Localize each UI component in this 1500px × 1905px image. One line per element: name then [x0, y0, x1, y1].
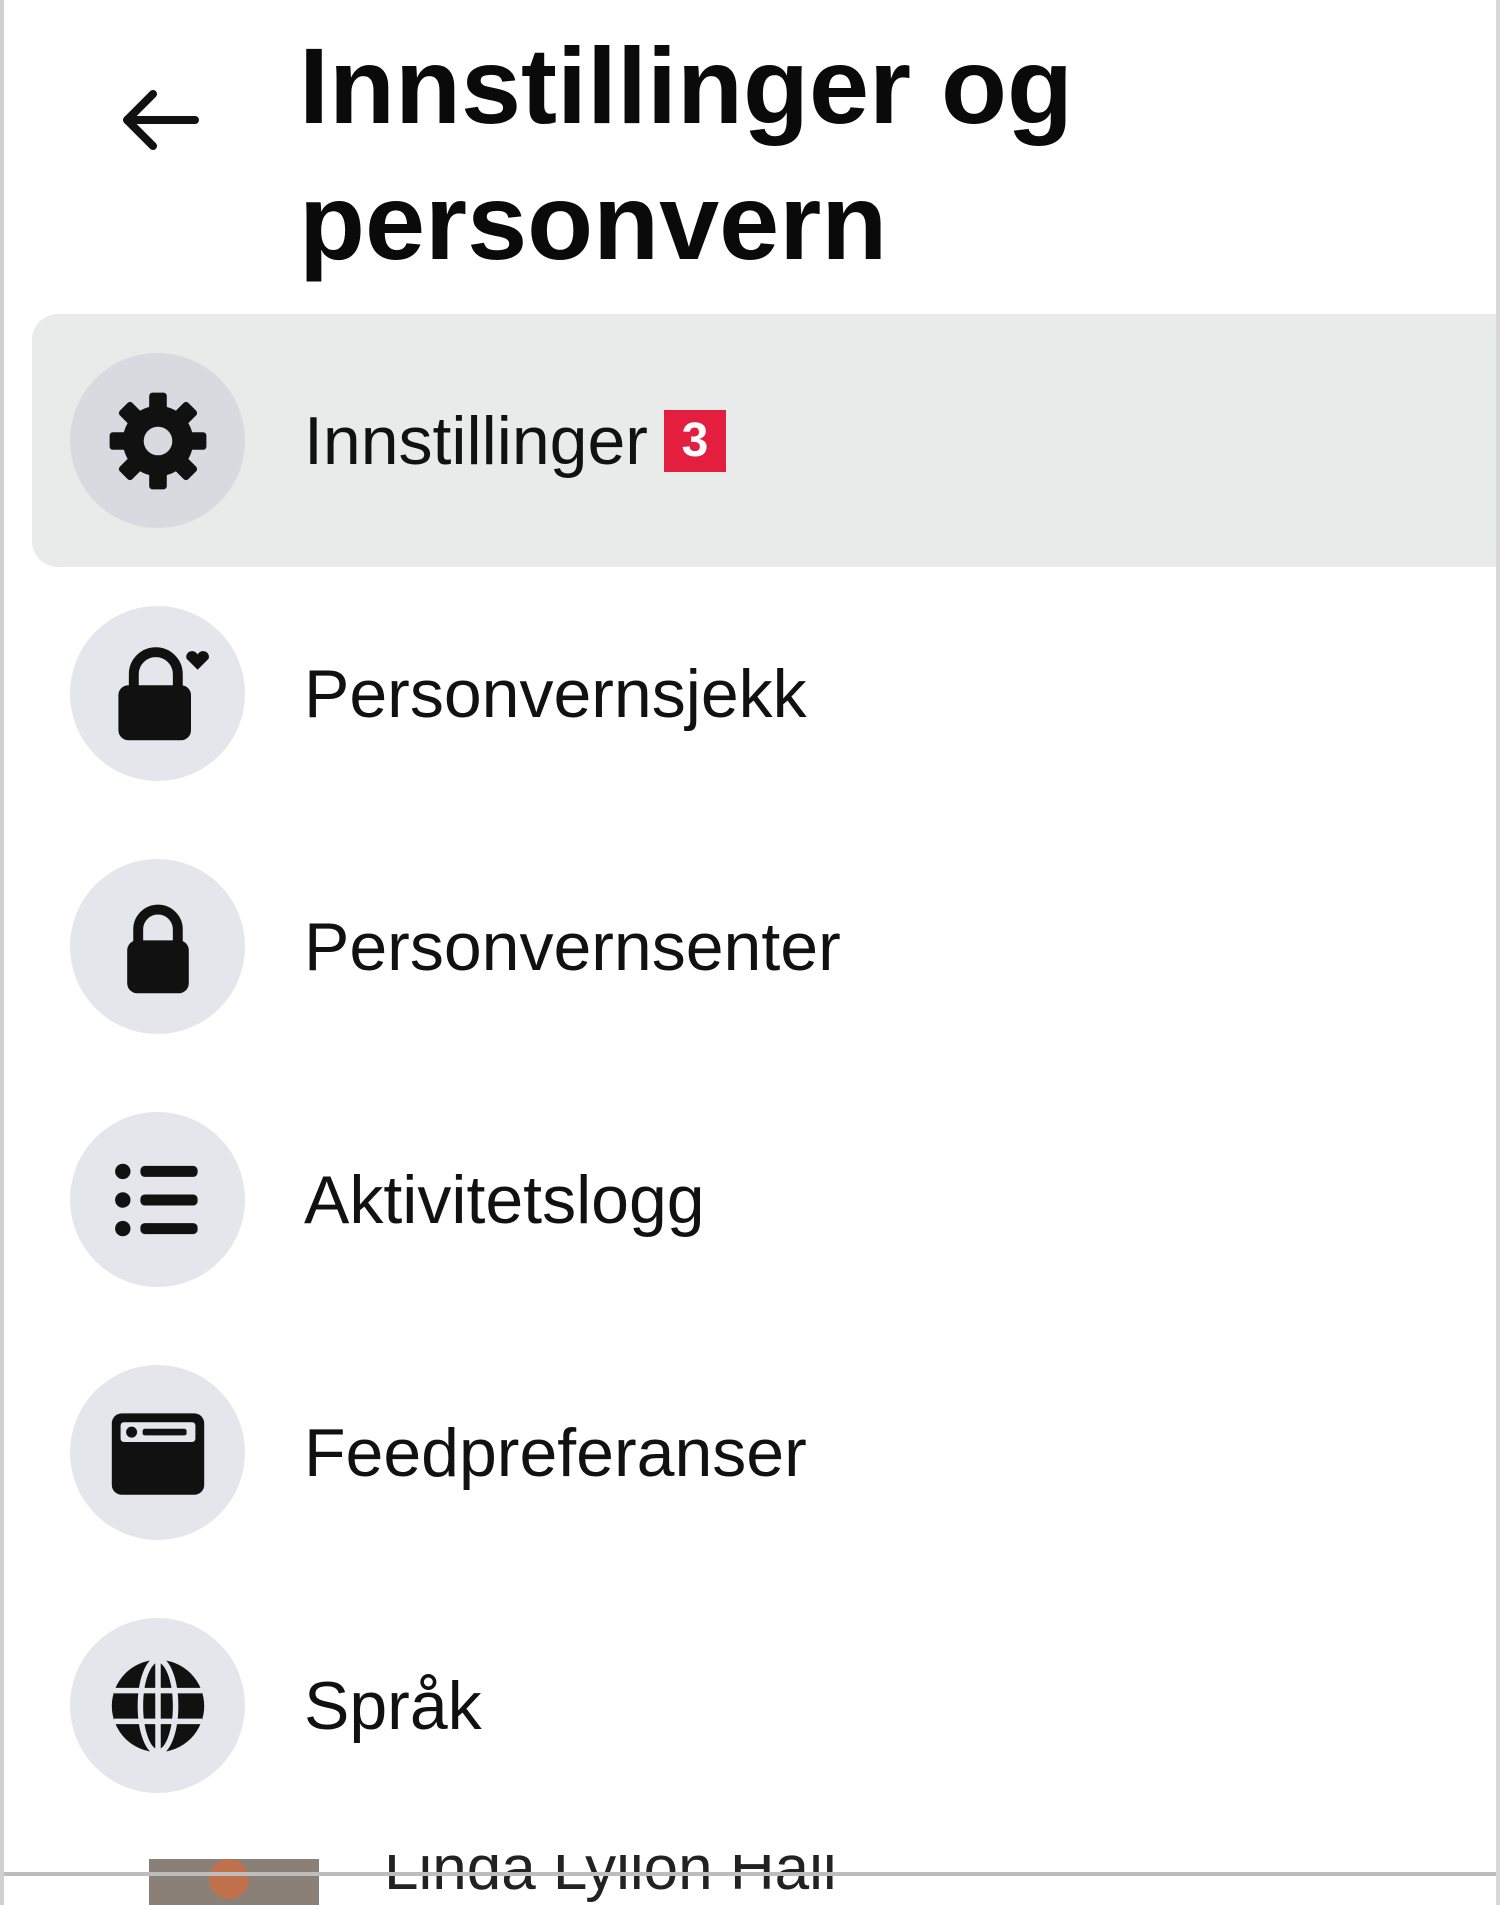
menu-item-activity-log[interactable]: Aktivitetslogg	[32, 1073, 1496, 1326]
menu-item-label: Feedpreferanser	[304, 1414, 807, 1491]
author-name: Linda Lyllon Hall	[384, 1855, 837, 1903]
back-button[interactable]	[104, 80, 214, 160]
panel-header: Innstillinger og personvern	[4, 0, 1496, 300]
lock-icon	[70, 859, 245, 1034]
gear-icon	[70, 353, 245, 528]
menu-item-privacy-checkup[interactable]: Personvernsjekk	[32, 567, 1496, 820]
arrow-left-icon	[123, 90, 199, 150]
menu-item-privacy-center[interactable]: Personvernsenter	[32, 820, 1496, 1073]
page-title: Innstillinger og personvern	[299, 25, 1073, 282]
list-icon	[70, 1112, 245, 1287]
menu-item-label: Språk	[304, 1667, 482, 1744]
menu-item-label: Personvernsenter	[304, 908, 841, 985]
settings-panel: Innstillinger og personvern Innstillinge…	[0, 0, 1500, 1905]
notification-badge: 3	[663, 409, 726, 472]
panel-bottom-edge	[4, 1872, 1496, 1876]
lock-heart-icon	[70, 606, 245, 781]
menu-item-settings[interactable]: Innstillinger 3	[32, 314, 1496, 567]
feed-card-icon	[70, 1365, 245, 1540]
menu-item-label: Personvernsjekk	[304, 655, 807, 732]
background-post-peek: Linda Lyllon Hall	[4, 1855, 1496, 1905]
menu-item-feed-preferences[interactable]: Feedpreferanser	[32, 1326, 1496, 1579]
avatar	[149, 1859, 319, 1905]
globe-icon	[70, 1618, 245, 1793]
settings-menu: Innstillinger 3 Personvernsjekk Personve…	[32, 314, 1496, 1832]
menu-item-label: Aktivitetslogg	[304, 1161, 705, 1238]
menu-item-language[interactable]: Språk	[32, 1579, 1496, 1832]
menu-item-label: Innstillinger 3	[304, 402, 726, 480]
